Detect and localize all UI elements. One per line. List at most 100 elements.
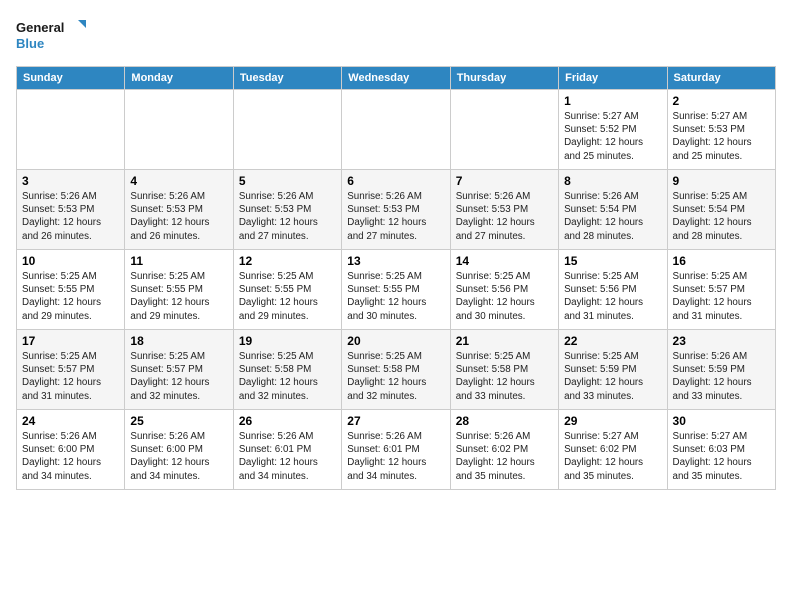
col-header-saturday: Saturday: [667, 67, 775, 90]
calendar-cell: 21 Sunrise: 5:25 AMSunset: 5:58 PMDayligh…: [450, 330, 558, 410]
day-number: 17: [22, 334, 119, 348]
day-number: 23: [673, 334, 770, 348]
day-info: Sunrise: 5:27 AMSunset: 6:02 PMDaylight:…: [564, 430, 661, 483]
calendar-cell: 7 Sunrise: 5:26 AMSunset: 5:53 PMDaylight…: [450, 170, 558, 250]
calendar-cell: 25 Sunrise: 5:26 AMSunset: 6:00 PMDayligh…: [125, 410, 233, 490]
day-info: Sunrise: 5:25 AMSunset: 5:57 PMDaylight:…: [22, 350, 119, 403]
day-number: 14: [456, 254, 553, 268]
day-number: 5: [239, 174, 336, 188]
col-header-wednesday: Wednesday: [342, 67, 450, 90]
calendar-header-row: SundayMondayTuesdayWednesdayThursdayFrid…: [17, 67, 776, 90]
day-info: Sunrise: 5:25 AMSunset: 5:55 PMDaylight:…: [130, 270, 227, 323]
calendar-cell: [342, 90, 450, 170]
calendar-cell: [233, 90, 341, 170]
day-number: 4: [130, 174, 227, 188]
day-info: Sunrise: 5:25 AMSunset: 5:58 PMDaylight:…: [456, 350, 553, 403]
day-number: 27: [347, 414, 444, 428]
calendar-cell: 11Sunrise: 5:25 AMSunset: 5:55 PMDayligh…: [125, 250, 233, 330]
calendar-cell: 4 Sunrise: 5:26 AMSunset: 5:53 PMDaylight…: [125, 170, 233, 250]
col-header-monday: Monday: [125, 67, 233, 90]
day-info: Sunrise: 5:25 AMSunset: 5:59 PMDaylight:…: [564, 350, 661, 403]
calendar-cell: 17 Sunrise: 5:25 AMSunset: 5:57 PMDayligh…: [17, 330, 125, 410]
col-header-friday: Friday: [559, 67, 667, 90]
calendar-cell: 12 Sunrise: 5:25 AMSunset: 5:55 PMDayligh…: [233, 250, 341, 330]
day-info: Sunrise: 5:27 AMSunset: 6:03 PMDaylight:…: [673, 430, 770, 483]
day-number: 15: [564, 254, 661, 268]
day-number: 3: [22, 174, 119, 188]
day-number: 30: [673, 414, 770, 428]
calendar-cell: 30 Sunrise: 5:27 AMSunset: 6:03 PMDayligh…: [667, 410, 775, 490]
day-info: Sunrise: 5:26 AMSunset: 5:54 PMDaylight:…: [564, 190, 661, 243]
day-info: Sunrise: 5:26 AMSunset: 5:53 PMDaylight:…: [239, 190, 336, 243]
day-info: Sunrise: 5:25 AMSunset: 5:57 PMDaylight:…: [673, 270, 770, 323]
day-number: 29: [564, 414, 661, 428]
day-info: Sunrise: 5:25 AMSunset: 5:57 PMDaylight:…: [130, 350, 227, 403]
day-info: Sunrise: 5:26 AMSunset: 5:53 PMDaylight:…: [347, 190, 444, 243]
svg-text:Blue: Blue: [16, 36, 44, 51]
calendar-cell: 24Sunrise: 5:26 AMSunset: 6:00 PMDayligh…: [17, 410, 125, 490]
calendar-cell: 23 Sunrise: 5:26 AMSunset: 5:59 PMDayligh…: [667, 330, 775, 410]
day-info: Sunrise: 5:25 AMSunset: 5:56 PMDaylight:…: [456, 270, 553, 323]
calendar-cell: 6 Sunrise: 5:26 AMSunset: 5:53 PMDaylight…: [342, 170, 450, 250]
day-info: Sunrise: 5:25 AMSunset: 5:56 PMDaylight:…: [564, 270, 661, 323]
calendar-week-row: 17 Sunrise: 5:25 AMSunset: 5:57 PMDayligh…: [17, 330, 776, 410]
col-header-tuesday: Tuesday: [233, 67, 341, 90]
calendar-cell: 5 Sunrise: 5:26 AMSunset: 5:53 PMDaylight…: [233, 170, 341, 250]
day-number: 20: [347, 334, 444, 348]
calendar-week-row: 24Sunrise: 5:26 AMSunset: 6:00 PMDayligh…: [17, 410, 776, 490]
day-info: Sunrise: 5:26 AMSunset: 6:02 PMDaylight:…: [456, 430, 553, 483]
col-header-sunday: Sunday: [17, 67, 125, 90]
day-number: 22: [564, 334, 661, 348]
day-number: 25: [130, 414, 227, 428]
day-info: Sunrise: 5:25 AMSunset: 5:55 PMDaylight:…: [239, 270, 336, 323]
calendar-cell: 15 Sunrise: 5:25 AMSunset: 5:56 PMDayligh…: [559, 250, 667, 330]
calendar-cell: 8 Sunrise: 5:26 AMSunset: 5:54 PMDaylight…: [559, 170, 667, 250]
calendar-cell: 22 Sunrise: 5:25 AMSunset: 5:59 PMDayligh…: [559, 330, 667, 410]
calendar-cell: 29 Sunrise: 5:27 AMSunset: 6:02 PMDayligh…: [559, 410, 667, 490]
day-info: Sunrise: 5:26 AMSunset: 6:00 PMDaylight:…: [22, 430, 119, 483]
day-number: 2: [673, 94, 770, 108]
day-number: 8: [564, 174, 661, 188]
calendar-cell: 3 Sunrise: 5:26 AMSunset: 5:53 PMDaylight…: [17, 170, 125, 250]
calendar-cell: 27 Sunrise: 5:26 AMSunset: 6:01 PMDayligh…: [342, 410, 450, 490]
calendar-cell: 1 Sunrise: 5:27 AMSunset: 5:52 PMDaylight…: [559, 90, 667, 170]
calendar-cell: 20 Sunrise: 5:25 AMSunset: 5:58 PMDayligh…: [342, 330, 450, 410]
day-info: Sunrise: 5:25 AMSunset: 5:55 PMDaylight:…: [22, 270, 119, 323]
day-number: 1: [564, 94, 661, 108]
calendar-cell: 26 Sunrise: 5:26 AMSunset: 6:01 PMDayligh…: [233, 410, 341, 490]
page-header: General Blue: [16, 16, 776, 54]
day-info: Sunrise: 5:26 AMSunset: 6:00 PMDaylight:…: [130, 430, 227, 483]
day-info: Sunrise: 5:26 AMSunset: 5:53 PMDaylight:…: [22, 190, 119, 243]
day-info: Sunrise: 5:25 AMSunset: 5:58 PMDaylight:…: [347, 350, 444, 403]
day-info: Sunrise: 5:25 AMSunset: 5:54 PMDaylight:…: [673, 190, 770, 243]
day-number: 18: [130, 334, 227, 348]
col-header-thursday: Thursday: [450, 67, 558, 90]
calendar-cell: [17, 90, 125, 170]
day-info: Sunrise: 5:25 AMSunset: 5:58 PMDaylight:…: [239, 350, 336, 403]
calendar-cell: [125, 90, 233, 170]
day-number: 6: [347, 174, 444, 188]
day-info: Sunrise: 5:27 AMSunset: 5:52 PMDaylight:…: [564, 110, 661, 163]
day-number: 19: [239, 334, 336, 348]
calendar-cell: [450, 90, 558, 170]
calendar-cell: 9Sunrise: 5:25 AMSunset: 5:54 PMDaylight…: [667, 170, 775, 250]
day-number: 21: [456, 334, 553, 348]
day-number: 28: [456, 414, 553, 428]
day-info: Sunrise: 5:26 AMSunset: 6:01 PMDaylight:…: [347, 430, 444, 483]
calendar-table: SundayMondayTuesdayWednesdayThursdayFrid…: [16, 66, 776, 490]
day-info: Sunrise: 5:26 AMSunset: 5:53 PMDaylight:…: [456, 190, 553, 243]
day-info: Sunrise: 5:26 AMSunset: 5:59 PMDaylight:…: [673, 350, 770, 403]
day-number: 16: [673, 254, 770, 268]
day-number: 26: [239, 414, 336, 428]
svg-text:General: General: [16, 20, 64, 35]
day-number: 13: [347, 254, 444, 268]
day-info: Sunrise: 5:25 AMSunset: 5:55 PMDaylight:…: [347, 270, 444, 323]
day-info: Sunrise: 5:26 AMSunset: 5:53 PMDaylight:…: [130, 190, 227, 243]
day-info: Sunrise: 5:26 AMSunset: 6:01 PMDaylight:…: [239, 430, 336, 483]
day-number: 12: [239, 254, 336, 268]
day-number: 10: [22, 254, 119, 268]
day-number: 7: [456, 174, 553, 188]
day-info: Sunrise: 5:27 AMSunset: 5:53 PMDaylight:…: [673, 110, 770, 163]
logo-svg: General Blue: [16, 16, 86, 54]
calendar-week-row: 10 Sunrise: 5:25 AMSunset: 5:55 PMDayligh…: [17, 250, 776, 330]
